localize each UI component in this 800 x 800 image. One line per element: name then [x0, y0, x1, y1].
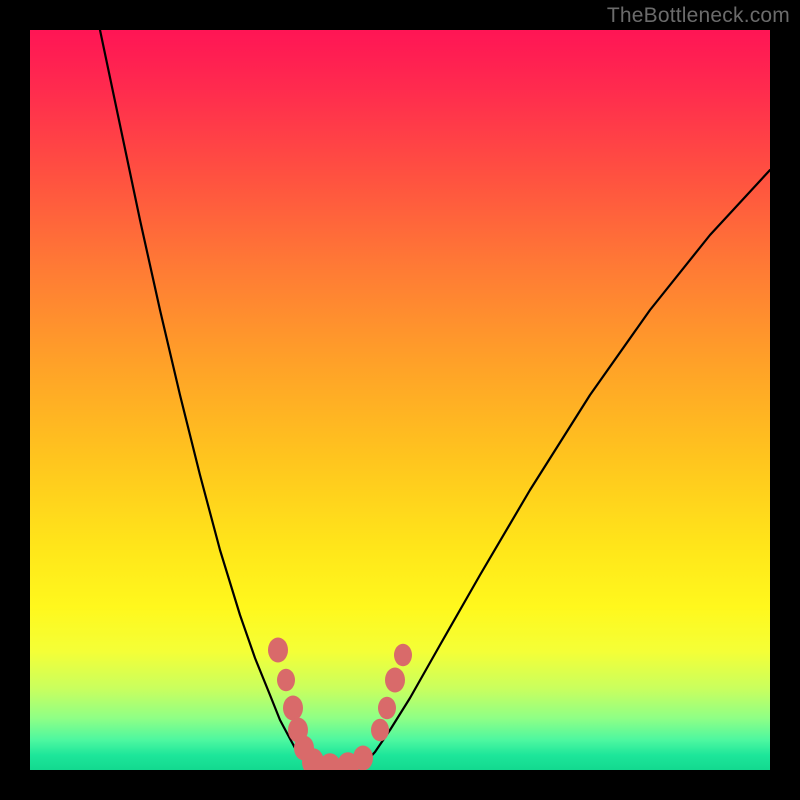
- data-marker: [283, 696, 303, 721]
- curves-svg: [30, 30, 770, 770]
- markers-group: [268, 638, 412, 771]
- curve-right-branch: [362, 170, 770, 766]
- data-marker: [394, 644, 412, 667]
- data-marker: [371, 719, 389, 742]
- chart-frame: TheBottleneck.com: [0, 0, 800, 800]
- data-marker: [277, 669, 295, 692]
- watermark-text: TheBottleneck.com: [607, 4, 790, 28]
- data-marker: [268, 638, 288, 663]
- data-marker: [353, 746, 373, 771]
- data-marker: [385, 668, 405, 693]
- data-marker: [378, 697, 396, 720]
- plot-area: [30, 30, 770, 770]
